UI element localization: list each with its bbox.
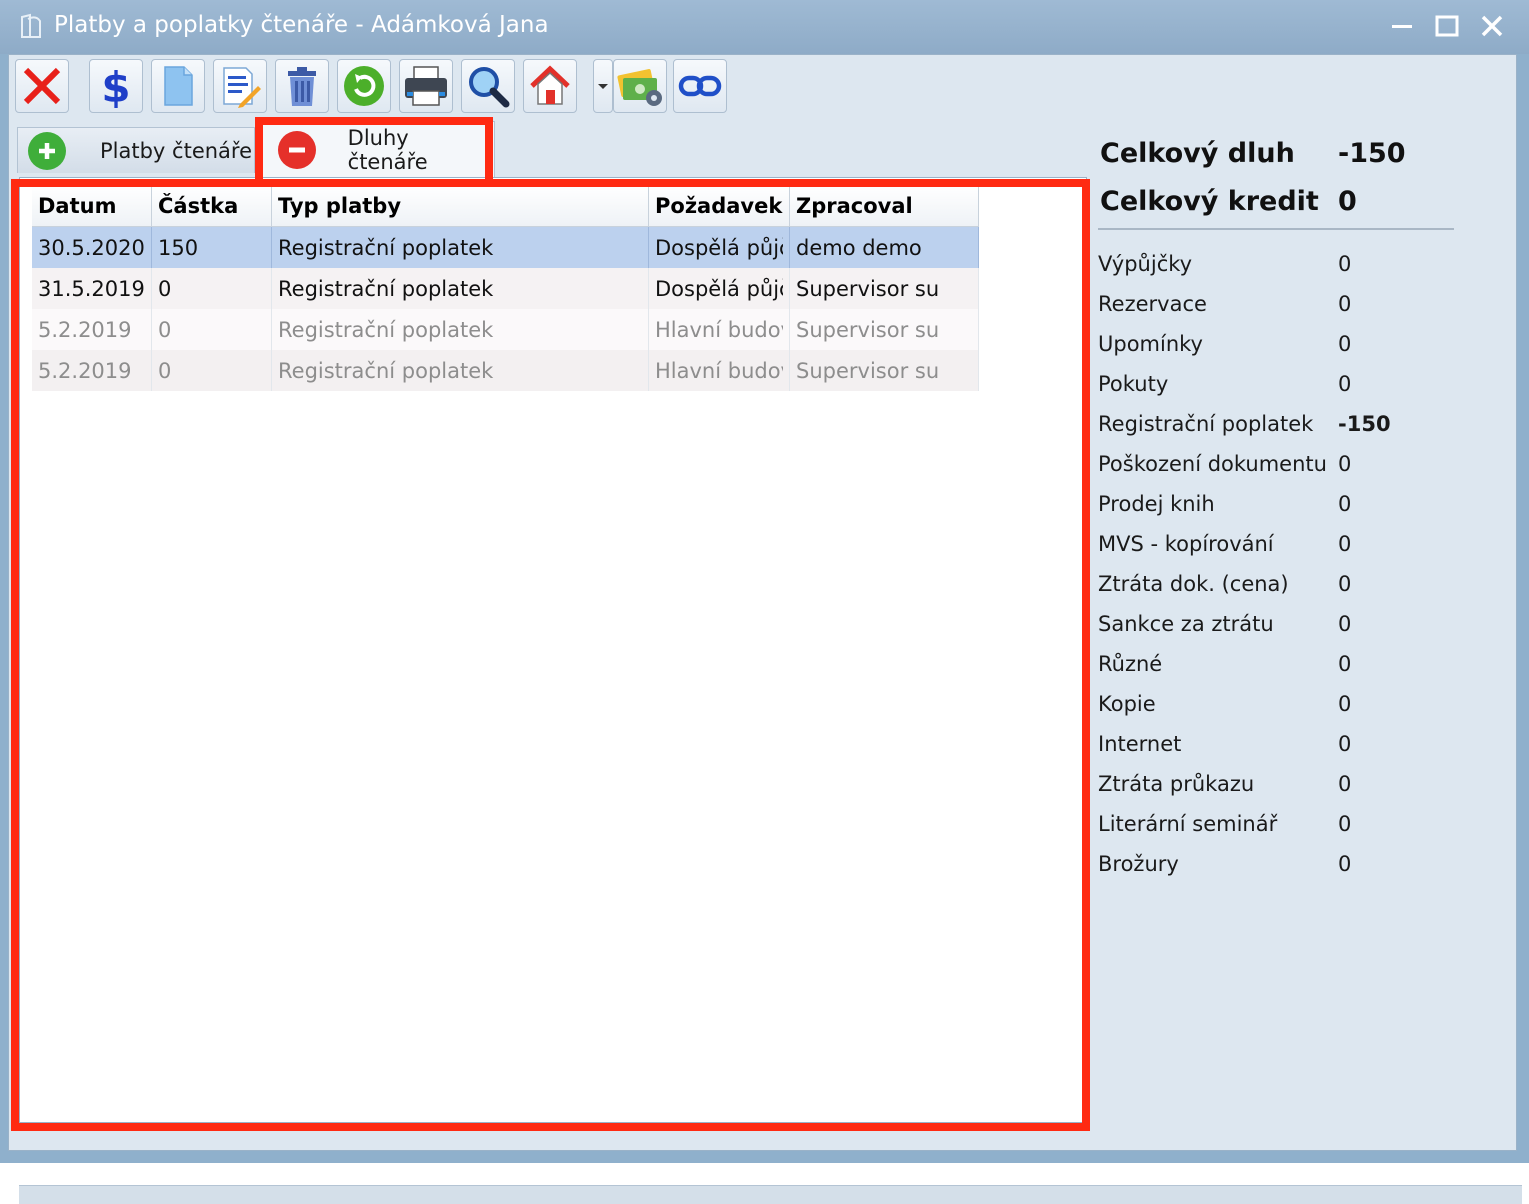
stat-value: 0 xyxy=(1338,652,1352,676)
close-button[interactable] xyxy=(15,59,69,113)
delete-button[interactable] xyxy=(275,59,329,113)
payment-button[interactable]: $ xyxy=(89,59,143,113)
stat-value: 0 xyxy=(1338,812,1352,836)
stat-value: 0 xyxy=(1338,732,1352,756)
minimize-icon[interactable] xyxy=(1386,10,1418,42)
title-bar[interactable]: Platby a poplatky čtenáře - Adámková Jan… xyxy=(0,0,1529,54)
stat-value: 0 xyxy=(1338,252,1352,276)
stat-label: Poškození dokumentu xyxy=(1098,452,1327,476)
stat-label: Kopie xyxy=(1098,692,1156,716)
stat-value: 0 xyxy=(1338,772,1352,796)
stat-label: Upomínky xyxy=(1098,332,1203,356)
tab-platby-ctenare[interactable]: Platby čtenáře xyxy=(17,127,255,173)
chevron-down-icon xyxy=(598,84,608,89)
house-icon xyxy=(530,65,570,105)
stat-label: Literární seminář xyxy=(1098,812,1278,836)
home-dropdown-button[interactable] xyxy=(593,59,613,113)
stat-label: Pokuty xyxy=(1098,372,1169,396)
refresh-icon xyxy=(344,66,384,106)
print-button[interactable] xyxy=(399,59,453,113)
total-credit-label: Celkový kredit xyxy=(1100,186,1319,217)
stat-value: 0 xyxy=(1338,372,1352,396)
window-title: Platby a poplatky čtenáře - Adámková Jan… xyxy=(54,12,549,38)
refresh-button[interactable] xyxy=(337,59,391,113)
stat-label: Různé xyxy=(1098,652,1163,676)
stat-value: 0 xyxy=(1338,492,1352,516)
magnifier-icon xyxy=(469,67,510,108)
close-window-icon[interactable] xyxy=(1476,10,1508,42)
total-debt-value: -150 xyxy=(1338,138,1406,169)
stat-label: Sankce za ztrátu xyxy=(1098,612,1274,636)
stat-label: Výpůjčky xyxy=(1098,252,1193,276)
stat-value: 0 xyxy=(1338,572,1352,596)
money-gear-icon xyxy=(617,69,662,106)
highlight-tab-outline xyxy=(255,117,493,187)
highlight-grid-outline xyxy=(11,179,1090,1131)
dollar-icon: $ xyxy=(101,64,130,108)
stat-value: 0 xyxy=(1338,692,1352,716)
edit-button[interactable] xyxy=(213,59,267,113)
blank-document-icon xyxy=(164,66,193,106)
home-button[interactable] xyxy=(523,59,577,113)
svg-text:$: $ xyxy=(101,64,130,108)
stat-label: Rezervace xyxy=(1098,292,1207,316)
stat-value: 0 xyxy=(1338,452,1352,476)
tab-label: Platby čtenáře xyxy=(100,138,253,163)
stat-value: 0 xyxy=(1338,332,1352,356)
printer-icon xyxy=(405,66,447,106)
plus-circle-icon xyxy=(28,131,66,170)
summary-divider xyxy=(1098,228,1454,230)
stat-label: Ztráta dok. (cena) xyxy=(1098,572,1289,596)
edit-document-icon xyxy=(223,67,261,108)
total-debt-label: Celkový dluh xyxy=(1100,138,1295,169)
red-x-icon xyxy=(23,67,61,105)
trash-icon xyxy=(288,67,316,106)
payment-settings-button[interactable] xyxy=(613,59,667,113)
stat-label: Brožury xyxy=(1098,852,1179,876)
stat-label: Internet xyxy=(1098,732,1182,756)
link-button[interactable] xyxy=(673,59,727,113)
chain-link-icon xyxy=(678,75,722,97)
application-window: Platby a poplatky čtenáře - Adámková Jan… xyxy=(0,0,1529,1204)
stat-value: 0 xyxy=(1338,532,1352,556)
search-button[interactable] xyxy=(461,59,515,113)
total-credit-value: 0 xyxy=(1338,186,1357,217)
stat-value: 0 xyxy=(1338,612,1352,636)
stat-value: 0 xyxy=(1338,292,1352,316)
stat-label: Ztráta průkazu xyxy=(1098,772,1255,796)
new-document-button[interactable] xyxy=(151,59,205,113)
stat-value: 0 xyxy=(1338,852,1352,876)
status-strip xyxy=(19,1185,1522,1204)
maximize-icon[interactable] xyxy=(1431,10,1463,42)
stat-value: -150 xyxy=(1338,412,1391,436)
stat-label: Prodej knih xyxy=(1098,492,1215,516)
stat-label: Registrační poplatek xyxy=(1098,412,1314,436)
stat-label: MVS - kopírování xyxy=(1098,532,1274,556)
app-logo-icon xyxy=(21,13,41,38)
